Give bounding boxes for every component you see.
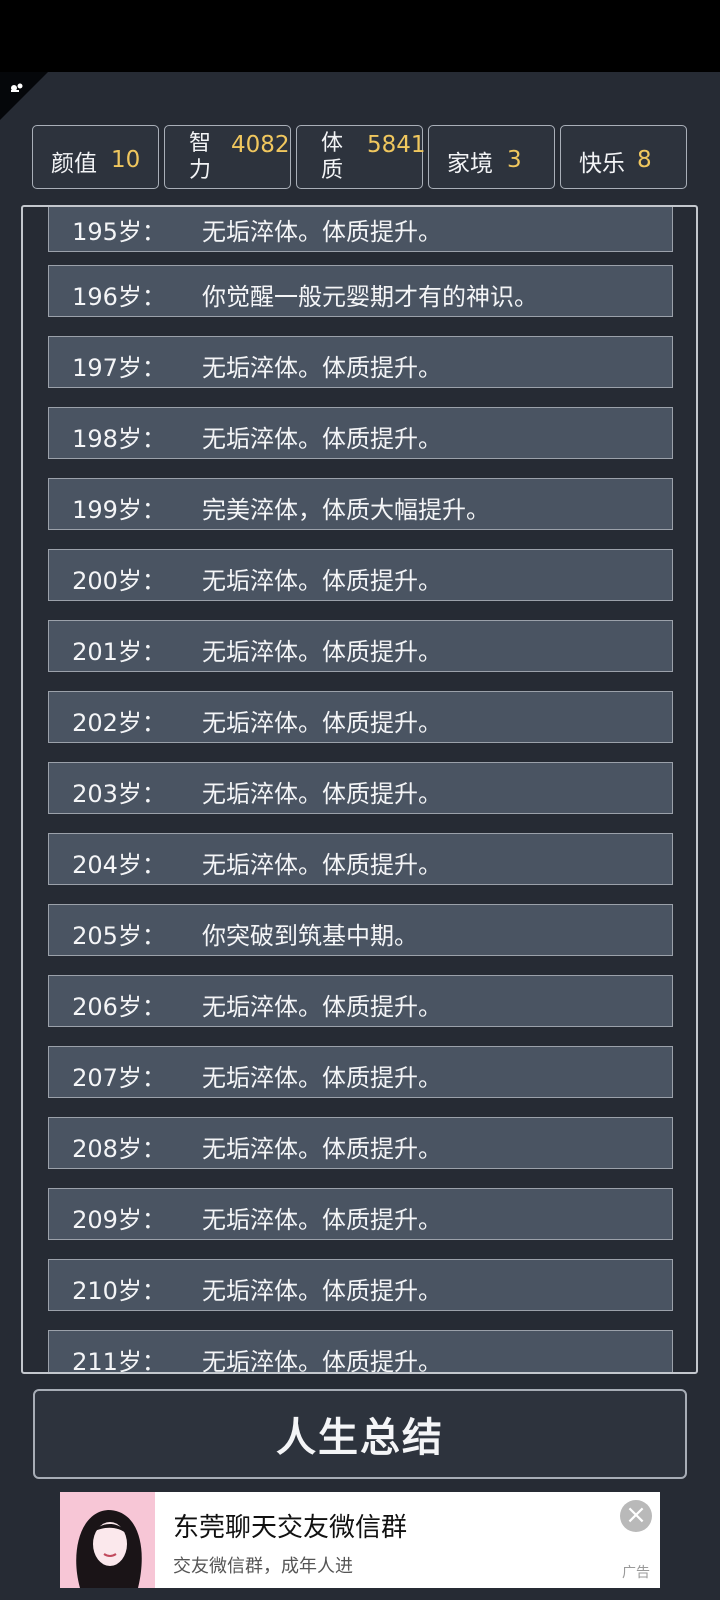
log-age: 205岁： (72, 922, 166, 950)
log-event: 无垢淬体。体质提升。 (202, 1064, 442, 1092)
log-age: 196岁： (72, 283, 166, 311)
stat-label: 快乐 (579, 151, 625, 177)
log-row: 208岁： 无垢淬体。体质提升。 (48, 1117, 673, 1169)
log-event: 无垢淬体。体质提升。 (202, 567, 442, 595)
log-row: 195岁： 无垢淬体。体质提升。 (48, 207, 673, 252)
log-row: 198岁： 无垢淬体。体质提升。 (48, 407, 673, 459)
log-event: 你觉醒一般元婴期才有的神识。 (202, 283, 538, 311)
log-event: 无垢淬体。体质提升。 (202, 1348, 442, 1372)
log-age: 207岁： (72, 1064, 166, 1092)
log-row: 199岁： 完美淬体，体质大幅提升。 (48, 478, 673, 530)
log-row: 207岁： 无垢淬体。体质提升。 (48, 1046, 673, 1098)
log-event: 无垢淬体。体质提升。 (202, 1277, 442, 1305)
log-age: 204岁： (72, 851, 166, 879)
log-row: 201岁： 无垢淬体。体质提升。 (48, 620, 673, 672)
log-event: 无垢淬体。体质提升。 (202, 709, 442, 737)
ad-tag: 广告 (622, 1565, 650, 1581)
log-age: 209岁： (72, 1206, 166, 1234)
log-row: 202岁： 无垢淬体。体质提升。 (48, 691, 673, 743)
log-event: 无垢淬体。体质提升。 (202, 851, 442, 879)
log-event: 你突破到筑基中期。 (202, 922, 418, 950)
status-bar (0, 0, 720, 72)
stat-appearance: 颜值 10 (32, 125, 159, 189)
stat-label: 颜值 (51, 151, 97, 177)
log-row: 204岁： 无垢淬体。体质提升。 (48, 833, 673, 885)
log-event: 无垢淬体。体质提升。 (202, 638, 442, 666)
log-event: 无垢淬体。体质提升。 (202, 425, 442, 453)
ad-title[interactable]: 东莞聊天交友微信群 (173, 1507, 407, 1544)
log-event: 无垢淬体。体质提升。 (202, 993, 442, 1021)
log-age: 206岁： (72, 993, 166, 1021)
log-age: 200岁： (72, 567, 166, 595)
log-event: 完美淬体，体质大幅提升。 (202, 496, 490, 524)
log-row: 197岁： 无垢淬体。体质提升。 (48, 336, 673, 388)
log-row: 200岁： 无垢淬体。体质提升。 (48, 549, 673, 601)
log-row: 203岁： 无垢淬体。体质提升。 (48, 762, 673, 814)
log-row: 196岁： 你觉醒一般元婴期才有的神识。 (48, 265, 673, 317)
log-event: 无垢淬体。体质提升。 (202, 354, 442, 382)
log-age: 202岁： (72, 709, 166, 737)
stat-label: 体质 (321, 131, 344, 183)
log-age: 195岁： (72, 218, 166, 246)
ad-banner[interactable]: 东莞聊天交友微信群 交友微信群，成年人进 × 广告 (60, 1492, 660, 1588)
log-row: 211岁： 无垢淬体。体质提升。 (48, 1330, 673, 1372)
log-event: 无垢淬体。体质提升。 (202, 218, 442, 246)
pin-icon (11, 83, 23, 92)
life-log[interactable]: 195岁： 无垢淬体。体质提升。 196岁： 你觉醒一般元婴期才有的神识。 19… (21, 205, 698, 1374)
log-age: 198岁： (72, 425, 166, 453)
stat-happiness: 快乐 8 (560, 125, 687, 189)
stat-label: 家境 (447, 151, 493, 177)
stat-value: 5841 (367, 132, 426, 158)
life-log-viewport[interactable]: 195岁： 无垢淬体。体质提升。 196岁： 你觉醒一般元婴期才有的神识。 19… (23, 207, 696, 1372)
stat-value: 8 (637, 147, 652, 173)
stat-label: 智力 (189, 131, 212, 183)
stat-constitution: 体质 5841 (296, 125, 426, 189)
log-event: 无垢淬体。体质提升。 (202, 780, 442, 808)
log-age: 211岁： (72, 1348, 166, 1372)
ad-subtitle: 交友微信群，成年人进 (173, 1556, 353, 1577)
log-age: 197岁： (72, 354, 166, 382)
stat-intelligence: 智力 4082 (164, 125, 291, 189)
stat-value: 10 (111, 147, 141, 173)
log-age: 210岁： (72, 1277, 166, 1305)
stat-value: 3 (507, 147, 522, 173)
life-summary-button[interactable]: 人生总结 (33, 1389, 687, 1479)
stats-bar: 颜值 10 智力 4082 体质 5841 家境 3 快乐 8 (32, 125, 688, 191)
stat-family: 家境 3 (428, 125, 555, 189)
log-age: 199岁： (72, 496, 166, 524)
log-age: 203岁： (72, 780, 166, 808)
close-icon[interactable]: × (620, 1500, 652, 1532)
log-age: 208岁： (72, 1135, 166, 1163)
log-age: 201岁： (72, 638, 166, 666)
stat-value: 4082 (231, 132, 290, 158)
log-event: 无垢淬体。体质提升。 (202, 1135, 442, 1163)
log-row: 205岁： 你突破到筑基中期。 (48, 904, 673, 956)
log-event: 无垢淬体。体质提升。 (202, 1206, 442, 1234)
log-row: 210岁： 无垢淬体。体质提升。 (48, 1259, 673, 1311)
log-row: 206岁： 无垢淬体。体质提升。 (48, 975, 673, 1027)
log-row: 209岁： 无垢淬体。体质提升。 (48, 1188, 673, 1240)
avatar-illustration[interactable] (60, 1492, 155, 1588)
